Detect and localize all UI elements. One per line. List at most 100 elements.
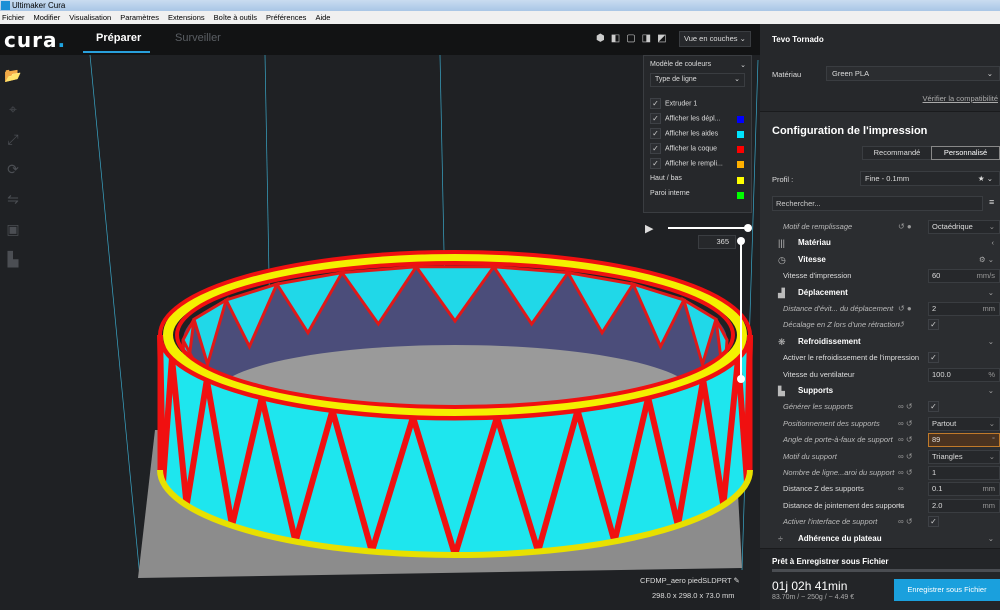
link-reset-icons[interactable]: ∞ <box>898 481 904 497</box>
setting-input[interactable]: 60 mm/s <box>928 269 1000 284</box>
settings-category[interactable]: ❋ ⌄ Refroidissement <box>760 334 1000 350</box>
menu-parametres[interactable]: Paramètres <box>120 11 159 24</box>
left-view-icon[interactable]: ◨ <box>642 33 651 44</box>
play-icon[interactable]: ▶ <box>645 222 653 235</box>
setting-input[interactable]: 100.0% <box>928 367 1000 382</box>
setting-select[interactable]: Octaédrique ⌄ <box>928 220 1000 234</box>
layer-number-input[interactable]: 365 <box>698 235 736 249</box>
support-blocker-icon[interactable]: ▙ <box>4 251 22 269</box>
path-slider-handle[interactable] <box>744 224 752 232</box>
link-reset-icons[interactable]: ∞ ↺ <box>898 465 913 481</box>
layer-slider-top-handle[interactable] <box>737 237 745 245</box>
mode-recommended-button[interactable]: Recommandé <box>862 146 932 160</box>
menu-visualisation[interactable]: Visualisation <box>69 11 111 24</box>
link-reset-icons[interactable]: ∞ ↺ <box>898 514 913 530</box>
view-mode-select[interactable]: Vue en couches ⌄ <box>679 31 751 47</box>
setting-select[interactable]: Partout ⌄ <box>928 416 1000 431</box>
link-reset-icons[interactable]: ↺ ● <box>898 301 912 317</box>
menu-fichier[interactable]: Fichier <box>2 11 25 24</box>
menu-boite-a-outils[interactable]: Boîte à outils <box>214 11 257 24</box>
link-reset-icons[interactable]: ∞ ↺ <box>898 432 913 448</box>
setting-row[interactable]: Positionnement des supports ∞ ↺ Partout ⌄ <box>760 416 1000 432</box>
tab-surveiller[interactable]: Surveiller <box>175 32 221 44</box>
settings-category[interactable]: ◷ ⚙ ⌄ Vitesse <box>760 252 1000 268</box>
chevron-icon[interactable]: ‹ <box>992 235 995 251</box>
link-reset-icons[interactable]: ∞ <box>898 498 904 514</box>
menu-aide[interactable]: Aide <box>315 11 330 24</box>
chevron-icon[interactable]: ⌄ <box>988 285 994 301</box>
setting-row[interactable]: Distance Z des supports ∞ 0.1 mm <box>760 481 1000 497</box>
settings-category[interactable]: ÷ ⌄ Adhérence du plateau <box>760 531 1000 547</box>
link-reset-icons[interactable]: ∞ ↺ <box>898 399 913 415</box>
settings-search-input[interactable]: Rechercher... <box>772 196 983 211</box>
setting-row[interactable]: Nombre de ligne...aroi du support ∞ ↺ 1 <box>760 465 1000 481</box>
color-scheme-select[interactable]: Type de ligne ⌄ <box>650 73 745 87</box>
setting-row[interactable]: Vitesse d'impression 60 mm/s <box>760 268 1000 284</box>
tab-preparer[interactable]: Préparer <box>96 32 141 44</box>
mirror-tool-icon[interactable]: ⇋ <box>4 191 22 209</box>
setting-input[interactable]: 2.0 mm <box>928 498 1000 513</box>
move-tool-icon[interactable]: ⌖ <box>4 101 22 119</box>
setting-select[interactable]: Triangles ⌄ <box>928 449 1000 464</box>
settings-category[interactable]: ▙ ⌄ Supports <box>760 383 1000 399</box>
mode-custom-button[interactable]: Personnalisé <box>931 146 1000 160</box>
link-reset-icons[interactable]: ↺ ● <box>898 219 912 235</box>
chevron-icon[interactable]: ⌄ <box>988 383 994 399</box>
layer-slider-bottom-handle[interactable] <box>737 375 745 383</box>
toggle-helpers[interactable]: ✓ Afficher les aides <box>650 128 746 139</box>
link-reset-icons[interactable]: ∞ ↺ <box>898 416 913 432</box>
setting-checkbox[interactable]: ✓ <box>928 352 939 364</box>
setting-input[interactable]: 0.1 mm <box>928 482 1000 497</box>
edit-pencil-icon[interactable]: ✎ <box>734 576 740 585</box>
checkbox[interactable]: ✓ <box>650 158 661 169</box>
chevron-icon[interactable]: ⚙ ⌄ <box>979 252 994 268</box>
open-file-icon[interactable]: 📂 <box>4 67 22 85</box>
settings-category[interactable]: ▟ ⌄ Déplacement <box>760 285 1000 301</box>
per-model-settings-icon[interactable]: ▣ <box>4 221 22 239</box>
setting-row[interactable]: Vitesse du ventilateur 100.0% <box>760 367 1000 383</box>
menu-preferences[interactable]: Préférences <box>266 11 306 24</box>
toggle-shell[interactable]: ✓ Afficher la coque <box>650 143 746 154</box>
setting-row[interactable]: Distance d'évit... du déplacement ↺ ● 2 mm <box>760 301 1000 317</box>
checkbox[interactable]: ✓ <box>650 113 661 124</box>
top-view-icon[interactable]: ▢ <box>626 33 635 44</box>
toggle-infill[interactable]: ✓ Afficher le rempli... <box>650 158 746 169</box>
setting-input[interactable]: 1 <box>928 466 1000 480</box>
link-reset-icons[interactable]: ↺ <box>898 317 905 333</box>
setting-row[interactable]: Angle de porte-à-faux de support ∞ ↺ 89 ° <box>760 432 1000 448</box>
menu-modifier[interactable]: Modifier <box>34 11 61 24</box>
checkbox[interactable]: ✓ <box>650 128 661 139</box>
layer-slider[interactable] <box>740 241 742 379</box>
setting-input[interactable]: 89 ° <box>928 433 1000 448</box>
setting-row[interactable]: Activer l'interface de support ∞ ↺ ✓ <box>760 514 1000 530</box>
setting-row[interactable]: Motif du support ∞ ↺ Triangles ⌄ <box>760 449 1000 465</box>
setting-row[interactable]: Activer le refroidissement de l'impressi… <box>760 350 1000 366</box>
setting-checkbox[interactable]: ✓ <box>928 401 939 413</box>
settings-category[interactable]: ||| ‹ Matériau <box>760 235 1000 251</box>
rotate-tool-icon[interactable]: ⟳ <box>4 161 22 179</box>
compatibility-link[interactable]: Vérifier la compatibilité <box>923 94 998 103</box>
setting-input[interactable]: 2 mm <box>928 302 1000 316</box>
setting-checkbox[interactable]: ✓ <box>928 516 939 528</box>
setting-checkbox[interactable]: ✓ <box>928 319 939 331</box>
menu-extensions[interactable]: Extensions <box>168 11 205 24</box>
front-view-icon[interactable]: ◧ <box>611 33 620 44</box>
settings-menu-icon[interactable]: ≡ <box>989 197 994 207</box>
profile-select[interactable]: Fine - 0.1mm ★ ⌄ <box>860 171 1000 186</box>
setting-row[interactable]: Motif de remplissage ↺ ● Octaédrique ⌄ <box>760 219 1000 235</box>
setting-row[interactable]: Distance de jointement des supports ∞ 2.0… <box>760 498 1000 514</box>
checkbox[interactable]: ✓ <box>650 98 661 109</box>
printer-name[interactable]: Tevo Tornado <box>772 35 824 44</box>
scale-tool-icon[interactable]: ⤢ <box>4 131 22 149</box>
chevron-icon[interactable]: ⌄ <box>988 334 994 350</box>
save-to-file-button[interactable]: Enregistrer sous Fichier <box>894 579 1000 601</box>
link-reset-icons[interactable]: ∞ ↺ <box>898 449 913 465</box>
extruder-toggle[interactable]: ✓ Extruder 1 <box>650 98 697 109</box>
setting-row[interactable]: Générer les supports ∞ ↺ ✓ <box>760 399 1000 415</box>
chevron-icon[interactable]: ⌄ <box>988 531 994 547</box>
checkbox[interactable]: ✓ <box>650 143 661 154</box>
3d-view-icon[interactable]: ⬢ <box>596 33 605 44</box>
material-select[interactable]: Green PLA ⌄ <box>826 66 1000 81</box>
setting-row[interactable]: Décalage en Z lors d'une rétraction ↺ ✓ <box>760 317 1000 333</box>
right-view-icon[interactable]: ◩ <box>657 33 666 44</box>
